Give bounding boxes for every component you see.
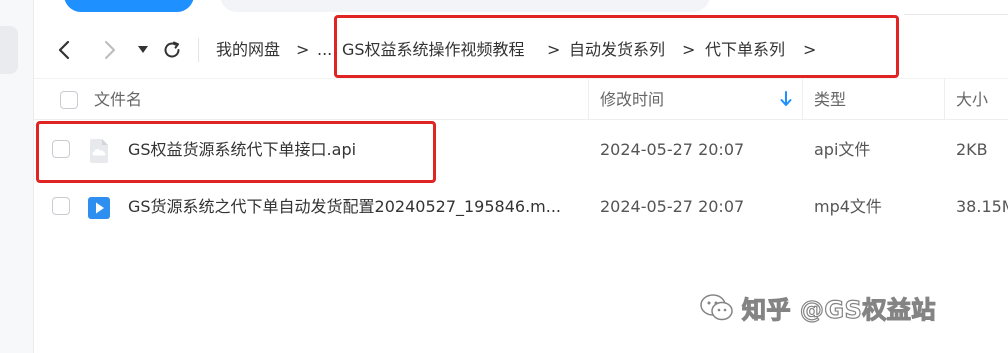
file-type: api文件: [814, 140, 871, 159]
back-button[interactable]: [50, 36, 78, 64]
breadcrumb-separator: >: [547, 40, 561, 59]
arrow-down-icon[interactable]: [780, 91, 792, 111]
breadcrumb-item-auto-delivery[interactable]: 自动发货系列: [569, 38, 665, 62]
column-header-type[interactable]: 类型: [814, 79, 846, 120]
wechat-icon: [700, 293, 733, 320]
navigation-bar: 我的网盘 > ... GS权益系统操作视频教程 > 自动发货系列 > 代下单系列…: [34, 26, 1008, 74]
toolbar-divider: [904, 14, 1008, 15]
refresh-button[interactable]: [158, 36, 186, 64]
sidebar-active-item[interactable]: [0, 26, 18, 74]
file-table-header: 文件名 修改时间 类型 大小: [34, 78, 1008, 120]
left-sidebar: [0, 0, 34, 353]
breadcrumb-separator: >: [682, 40, 696, 59]
table-row[interactable]: GS货源系统之代下单自动发货配置20240527_195846.m... 202…: [34, 178, 1008, 235]
video-file-icon: [88, 197, 110, 219]
row-checkbox[interactable]: [52, 140, 70, 158]
breadcrumb-separator: >: [803, 40, 817, 59]
file-size: 38.15M: [956, 197, 1008, 216]
breadcrumb-separator: >: [296, 40, 310, 59]
file-name[interactable]: GS权益货源系统代下单接口.api: [128, 121, 356, 178]
nav-divider: [198, 38, 199, 62]
column-header-name[interactable]: 文件名: [94, 79, 142, 120]
column-divider: [944, 79, 945, 120]
chevron-right-icon: [105, 41, 115, 59]
file-modified: 2024-05-27 20:07: [600, 140, 745, 159]
column-divider: [802, 79, 803, 120]
forward-button[interactable]: [96, 36, 124, 64]
watermark: 知乎 @GS权益站: [700, 290, 936, 325]
column-header-size[interactable]: 大小: [956, 79, 988, 120]
history-dropdown-button[interactable]: [129, 36, 157, 64]
column-header-modified[interactable]: 修改时间: [600, 79, 664, 120]
breadcrumb-item-root[interactable]: 我的网盘: [216, 38, 280, 62]
cloud-file-icon: [90, 139, 108, 163]
breadcrumb-item-tutorials[interactable]: GS权益系统操作视频教程: [342, 38, 525, 62]
breadcrumb-item-ellipsis[interactable]: ...: [317, 38, 332, 62]
row-checkbox[interactable]: [52, 197, 70, 215]
top-toolbar: [34, 0, 1008, 16]
select-all-checkbox[interactable]: [60, 91, 78, 109]
search-bar[interactable]: [220, 0, 710, 12]
file-type: mp4文件: [814, 197, 882, 216]
column-divider: [588, 79, 589, 120]
breadcrumb-item-order-series[interactable]: 代下单系列: [705, 38, 785, 62]
refresh-icon: [164, 41, 180, 58]
table-row[interactable]: GS权益货源系统代下单接口.api 2024-05-27 20:07 api文件…: [34, 121, 1008, 178]
watermark-text: 知乎 @GS权益站: [741, 295, 936, 324]
primary-action-button[interactable]: [64, 0, 194, 12]
file-size: 2KB: [956, 140, 988, 159]
chevron-left-icon: [58, 40, 70, 60]
file-modified: 2024-05-27 20:07: [600, 197, 745, 216]
file-name[interactable]: GS货源系统之代下单自动发货配置20240527_195846.m...: [128, 178, 561, 235]
caret-down-icon: [138, 46, 148, 53]
